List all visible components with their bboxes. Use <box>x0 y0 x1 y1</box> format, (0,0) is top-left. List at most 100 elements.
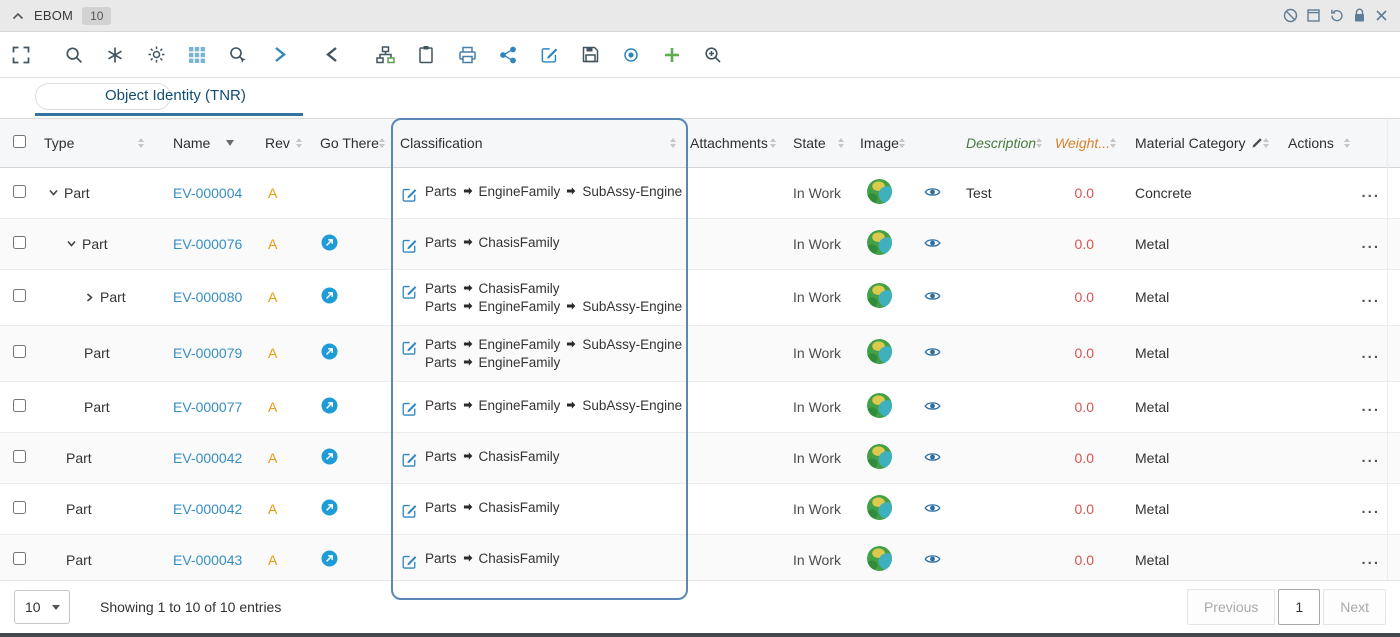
go-there-icon[interactable] <box>321 397 338 414</box>
part-name-link[interactable]: EV-000042 <box>173 501 242 517</box>
preview-eye-icon[interactable] <box>924 186 941 198</box>
preview-eye-icon[interactable] <box>924 290 941 302</box>
visibility-icon[interactable] <box>620 44 642 66</box>
column-header-attachments[interactable]: Attachments <box>690 135 768 151</box>
part-thumbnail-globe-icon[interactable] <box>866 494 893 521</box>
column-header-state[interactable]: State <box>793 135 826 151</box>
sort-attachments-icon[interactable] <box>770 138 776 148</box>
name-sort-caret-icon[interactable] <box>226 140 234 146</box>
window-restore-icon[interactable] <box>1307 9 1320 22</box>
go-there-icon[interactable] <box>321 234 338 251</box>
sort-rev-icon[interactable] <box>296 138 302 148</box>
column-header-type[interactable]: Type <box>44 135 74 151</box>
row-actions-button[interactable]: ... <box>1361 345 1380 362</box>
preview-eye-icon[interactable] <box>924 553 941 565</box>
go-there-icon[interactable] <box>321 343 338 360</box>
part-name-link[interactable]: EV-000042 <box>173 450 242 466</box>
part-thumbnail-globe-icon[interactable] <box>866 282 893 309</box>
sort-weight-icon[interactable] <box>1110 138 1116 148</box>
sort-classification-icon[interactable] <box>670 138 676 148</box>
edit-classification-icon[interactable] <box>402 187 417 202</box>
go-there-icon[interactable] <box>321 499 338 516</box>
row-actions-button[interactable]: ... <box>1361 184 1380 201</box>
row-checkbox[interactable] <box>13 501 26 514</box>
share-icon[interactable] <box>497 44 519 66</box>
undo-icon[interactable] <box>1329 8 1344 23</box>
sort-material-icon[interactable] <box>1263 138 1269 148</box>
edit-classification-icon[interactable] <box>402 503 417 518</box>
row-actions-button[interactable]: ... <box>1361 235 1380 252</box>
edit-classification-icon[interactable] <box>402 340 417 355</box>
inspect-icon[interactable] <box>227 44 249 66</box>
edit-classification-icon[interactable] <box>402 401 417 416</box>
hierarchy-icon[interactable] <box>374 44 396 66</box>
clipboard-icon[interactable] <box>415 44 437 66</box>
collapse-row-chevron-icon[interactable] <box>48 187 59 198</box>
chevron-right-icon[interactable] <box>268 44 290 66</box>
row-checkbox[interactable] <box>13 289 26 302</box>
edit-classification-icon[interactable] <box>402 452 417 467</box>
edit-classification-icon[interactable] <box>402 284 417 299</box>
preview-eye-icon[interactable] <box>924 502 941 514</box>
row-actions-button[interactable]: ... <box>1361 289 1380 306</box>
column-header-actions[interactable]: Actions <box>1288 135 1334 151</box>
row-actions-button[interactable]: ... <box>1361 500 1380 517</box>
part-name-link[interactable]: EV-000080 <box>173 289 242 305</box>
part-thumbnail-globe-icon[interactable] <box>866 178 893 205</box>
disable-icon[interactable] <box>1283 8 1298 23</box>
tab-object-identity[interactable]: Object Identity (TNR) <box>105 87 246 104</box>
lock-icon[interactable] <box>1353 8 1366 23</box>
go-there-icon[interactable] <box>321 287 338 304</box>
column-header-weight[interactable]: Weight... <box>1055 135 1110 151</box>
row-actions-button[interactable]: ... <box>1361 449 1380 466</box>
go-there-icon[interactable] <box>321 550 338 567</box>
row-checkbox[interactable] <box>13 552 26 565</box>
sort-go-there-icon[interactable] <box>379 138 385 148</box>
part-name-link[interactable]: EV-000076 <box>173 236 242 252</box>
part-thumbnail-globe-icon[interactable] <box>866 392 893 419</box>
collapse-row-chevron-icon[interactable] <box>66 238 77 249</box>
column-header-material-category[interactable]: Material Category <box>1135 135 1246 151</box>
column-header-go-there[interactable]: Go There <box>320 135 379 151</box>
edit-icon[interactable] <box>538 44 560 66</box>
close-icon[interactable] <box>1375 9 1388 22</box>
current-page-button[interactable]: 1 <box>1278 589 1320 625</box>
sort-image-icon[interactable] <box>899 138 905 148</box>
add-icon[interactable] <box>661 44 683 66</box>
zoom-in-icon[interactable] <box>702 44 724 66</box>
asterisk-icon[interactable] <box>104 44 126 66</box>
go-there-icon[interactable] <box>321 448 338 465</box>
row-checkbox[interactable] <box>13 185 26 198</box>
expand-row-chevron-icon[interactable] <box>84 292 95 303</box>
part-name-link[interactable]: EV-000043 <box>173 552 242 568</box>
preview-eye-icon[interactable] <box>924 400 941 412</box>
select-all-checkbox[interactable] <box>13 135 26 148</box>
row-actions-button[interactable]: ... <box>1361 551 1380 568</box>
column-header-image[interactable]: Image <box>860 135 899 151</box>
save-icon[interactable] <box>579 44 601 66</box>
next-page-button[interactable]: Next <box>1323 589 1386 625</box>
part-thumbnail-globe-icon[interactable] <box>866 443 893 470</box>
part-thumbnail-globe-icon[interactable] <box>866 229 893 256</box>
search-icon[interactable] <box>63 44 85 66</box>
sort-state-icon[interactable] <box>838 138 844 148</box>
edit-classification-icon[interactable] <box>402 554 417 569</box>
part-name-link[interactable]: EV-000004 <box>173 185 242 201</box>
preview-eye-icon[interactable] <box>924 237 941 249</box>
page-size-select[interactable]: 10 <box>14 590 70 624</box>
column-header-classification[interactable]: Classification <box>400 135 482 151</box>
part-thumbnail-globe-icon[interactable] <box>866 338 893 365</box>
grid-view-icon[interactable] <box>186 44 208 66</box>
row-actions-button[interactable]: ... <box>1361 398 1380 415</box>
part-name-link[interactable]: EV-000077 <box>173 399 242 415</box>
column-header-description[interactable]: Description <box>966 135 1036 151</box>
part-name-link[interactable]: EV-000079 <box>173 345 242 361</box>
print-icon[interactable] <box>456 44 478 66</box>
sort-type-icon[interactable] <box>138 138 144 148</box>
fullscreen-icon[interactable] <box>10 44 32 66</box>
row-checkbox[interactable] <box>13 345 26 358</box>
row-checkbox[interactable] <box>13 236 26 249</box>
preview-eye-icon[interactable] <box>924 346 941 358</box>
column-header-name[interactable]: Name <box>173 135 210 151</box>
previous-page-button[interactable]: Previous <box>1187 589 1275 625</box>
